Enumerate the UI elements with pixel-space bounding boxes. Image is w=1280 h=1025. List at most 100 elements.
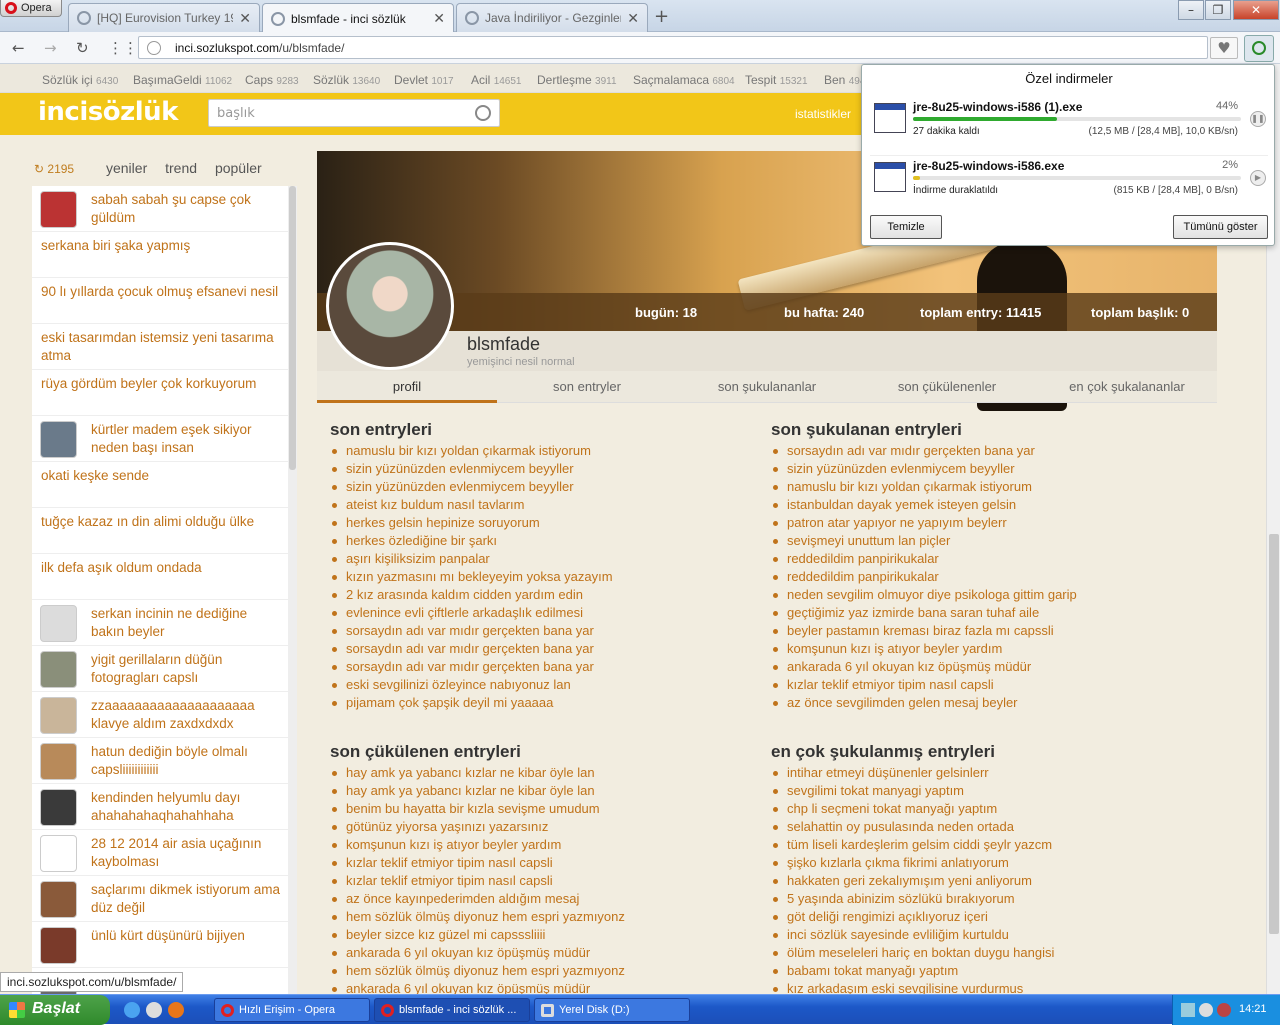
entry-link[interactable]: kızın yazmasını mı bekleyeyim yoksa yaza… — [330, 568, 613, 586]
topic-title[interactable]: kürtler madem eşek sikiyor neden başı in… — [91, 421, 281, 457]
entry-link[interactable]: ankarada 6 yıl okuyan kız öpüşmüş müdür — [330, 944, 625, 962]
sidebar-topic-item[interactable]: serkan incinin ne dediğine bakın beyler — [32, 600, 288, 646]
sidebar-topic-item[interactable]: 28 12 2014 air asia uçağının kaybolması — [32, 830, 288, 876]
entry-link[interactable]: eski sevgilinizi özleyince nabıyonuz lan — [330, 676, 613, 694]
clear-downloads-button[interactable]: Temizle — [870, 215, 942, 239]
entry-link[interactable]: götünüz yiyorsa yaşınızı yazarsınız — [330, 818, 625, 836]
forward-icon[interactable]: → — [44, 39, 57, 57]
entry-link[interactable]: aşırı kişiliksizim panpalar — [330, 550, 613, 568]
category-link[interactable]: Sözlük 13640 — [313, 73, 380, 87]
entry-link[interactable]: sorsaydın adı var mıdır gerçekten bana y… — [330, 640, 613, 658]
sidebar-topic-item[interactable]: tuğçe kazaz ın din alimi olduğu ülke — [32, 508, 288, 554]
pause-icon[interactable]: ❚❚ — [1250, 111, 1266, 127]
entry-link[interactable]: intihar etmeyi düşünenler gelsinlerr — [771, 764, 1054, 782]
tab-profil[interactable]: profil — [317, 371, 497, 403]
tab-son-cukulenenler[interactable]: son çükülenenler — [857, 371, 1037, 403]
reload-icon[interactable]: ↻ — [76, 39, 89, 57]
sidebar-topic-item[interactable]: sabah sabah şu capse çok güldüm — [32, 186, 288, 232]
task-opera-quick-access[interactable]: Hızlı Erişim - Opera — [214, 998, 370, 1022]
category-link[interactable]: Acil 14651 — [471, 73, 522, 87]
site-logo[interactable]: incisözlük — [38, 97, 178, 127]
entry-link[interactable]: ölüm meseleleri hariç en boktan duygu ha… — [771, 944, 1054, 962]
entry-link[interactable]: beyler pastamın kreması biraz fazla mı c… — [771, 622, 1077, 640]
sidebar-scrollbar[interactable] — [288, 186, 297, 994]
category-link[interactable]: Devlet 1017 — [394, 73, 454, 87]
back-icon[interactable]: ← — [12, 39, 25, 57]
minimize-button[interactable]: – — [1178, 0, 1204, 20]
topic-title[interactable]: 28 12 2014 air asia uçağının kaybolması — [91, 835, 281, 871]
task-local-disk[interactable]: Yerel Disk (D:) — [534, 998, 690, 1022]
download-item[interactable]: jre-8u25-windows-i586 (1).exe 44% 27 dak… — [870, 97, 1268, 153]
close-window-button[interactable]: ✕ — [1233, 0, 1279, 20]
sidebar-topic-item[interactable]: yigit gerillaların düğün fotogragları ca… — [32, 646, 288, 692]
new-tab-icon[interactable]: + — [654, 6, 669, 27]
search-icon[interactable] — [475, 105, 491, 121]
entry-link[interactable]: kızlar teklif etmiyor tipim nasıl capsli — [771, 676, 1077, 694]
entry-link[interactable]: şişko kızlarla çıkma fikrimi anlatıyorum — [771, 854, 1054, 872]
entry-link[interactable]: evlenince evli çiftlerle arkadaşlık edil… — [330, 604, 613, 622]
entry-link[interactable]: tüm liseli kardeşlerim gelsim ciddi şeyl… — [771, 836, 1054, 854]
show-all-downloads-button[interactable]: Tümünü göster — [1173, 215, 1268, 239]
sidebar-topic-item[interactable]: eski tasarımdan istemsiz yeni tasarıma a… — [32, 324, 288, 370]
entry-link[interactable]: herkes gelsin hepinize soruyorum — [330, 514, 613, 532]
task-blsmfade[interactable]: blsmfade - inci sözlük ... — [374, 998, 530, 1022]
category-link[interactable]: Tespit 15321 — [745, 73, 808, 87]
close-tab-icon[interactable]: ✕ — [433, 10, 445, 27]
show-desktop-icon[interactable] — [146, 1002, 162, 1018]
entry-link[interactable]: 5 yaşında abinizim sözlükü bırakıyorum — [771, 890, 1054, 908]
entry-link[interactable]: namuslu bir kızı yoldan çıkarmak istiyor… — [771, 478, 1077, 496]
sidebar-topic-item[interactable]: saçlarımı dikmek istiyorum ama düz değil — [32, 876, 288, 922]
volume-icon[interactable] — [1199, 1003, 1213, 1017]
entry-link[interactable]: geçtiğimiz yaz izmirde bana saran tuhaf … — [771, 604, 1077, 622]
topic-title[interactable]: zzaaaaaaaaaaaaaaaaaaaa klavye aldım zaxd… — [91, 697, 281, 733]
entry-link[interactable]: az önce kayınpederimden aldığım mesaj — [330, 890, 625, 908]
entry-link[interactable]: sevgilimi tokat manyagi yaptım — [771, 782, 1054, 800]
speed-dial-icon[interactable]: ⋮⋮ — [108, 39, 138, 57]
topic-title[interactable]: sabah sabah şu capse çok güldüm — [91, 191, 281, 227]
entry-link[interactable]: hem sözlük ölmüş diyonuz hem espri yazmı… — [330, 962, 625, 980]
entry-link[interactable]: az önce sevgilimden gelen mesaj beyler — [771, 694, 1077, 712]
entry-link[interactable]: sorsaydın adı var mıdır gerçekten bana y… — [771, 442, 1077, 460]
clock[interactable]: 14:21 — [1239, 1003, 1267, 1015]
entry-link[interactable]: neden sevgilim olmuyor diye psikologa gi… — [771, 586, 1077, 604]
sidebar-topic-item[interactable]: okati keşke sende — [32, 462, 288, 508]
topic-title[interactable]: ilk defa aşık oldum ondada — [41, 559, 281, 577]
entry-link[interactable]: chp li seçmeni tokat manyağı yaptım — [771, 800, 1054, 818]
category-link[interactable]: Saçmalamaca 6804 — [633, 73, 735, 87]
sidebar-topic-item[interactable]: kürtler madem eşek sikiyor neden başı in… — [32, 416, 288, 462]
sidebar-topic-item[interactable]: ilk defa aşık oldum ondada — [32, 554, 288, 600]
network-icon[interactable] — [1181, 1003, 1195, 1017]
entry-link[interactable]: kız arkadaşım eski sevgilisine vurdurmus — [771, 980, 1054, 994]
tab-blsmfade[interactable]: blsmfade - inci sözlük ✕ — [262, 3, 454, 33]
firefox-icon[interactable] — [168, 1002, 184, 1018]
sidebar-topic-item[interactable]: ünlü kürt düşünürü bijiyen — [32, 922, 288, 968]
sidebar-topic-item[interactable]: 90 lı yıllarda çocuk olmuş efsanevi nesi… — [32, 278, 288, 324]
topic-title[interactable]: serkan incinin ne dediğine bakın beyler — [91, 605, 281, 641]
site-info-icon[interactable] — [147, 41, 161, 55]
sidebar-topic-item[interactable]: zzaaaaaaaaaaaaaaaaaaaa klavye aldım zaxd… — [32, 692, 288, 738]
category-link[interactable]: Dertleşme 3911 — [537, 73, 617, 87]
topic-title[interactable]: kendinden helyumlu dayı ahahahahaqhahahh… — [91, 789, 281, 825]
internet-explorer-icon[interactable] — [124, 1002, 140, 1018]
tab-populer[interactable]: popüler — [215, 160, 262, 176]
start-button[interactable]: Başlat — [0, 995, 110, 1025]
resume-icon[interactable]: ▶ — [1250, 170, 1266, 186]
tab-son-sukulananlar[interactable]: son şukulananlar — [677, 371, 857, 403]
entry-link[interactable]: reddedildim panpirikukalar — [771, 550, 1077, 568]
tab-en-cok-sukalananlar[interactable]: en çok şukalananlar — [1037, 371, 1217, 403]
category-link[interactable]: Ben 494 — [824, 73, 865, 87]
entry-link[interactable]: kızlar teklif etmiyor tipim nasıl capsli — [330, 872, 625, 890]
tab-java[interactable]: Java İndiriliyor - Gezginler ✕ — [456, 3, 648, 32]
search-input[interactable]: başlık — [208, 99, 500, 127]
topic-title[interactable]: serkana biri şaka yapmış — [41, 237, 281, 255]
tab-eurovision[interactable]: [HQ] Eurovision Turkey 1997 ✕ — [68, 3, 260, 32]
topic-title[interactable]: tuğçe kazaz ın din alimi olduğu ülke — [41, 513, 281, 531]
bookmark-heart-icon[interactable]: ♥ — [1210, 37, 1238, 59]
refresh-count[interactable]: ↻ 2195 — [34, 162, 88, 176]
entry-link[interactable]: inci sözlük sayesinde evliliğim kurtuldu — [771, 926, 1054, 944]
entry-link[interactable]: ankarada 6 yıl okuyan kız öpüşmüş müdür — [771, 658, 1077, 676]
entry-link[interactable]: sorsaydın adı var mıdır gerçekten bana y… — [330, 622, 613, 640]
entry-link[interactable]: selahattin oy pusulasında neden ortada — [771, 818, 1054, 836]
category-link[interactable]: BaşımaGeldi 11062 — [133, 73, 232, 87]
entry-link[interactable]: herkes özlediğine bir şarkı — [330, 532, 613, 550]
